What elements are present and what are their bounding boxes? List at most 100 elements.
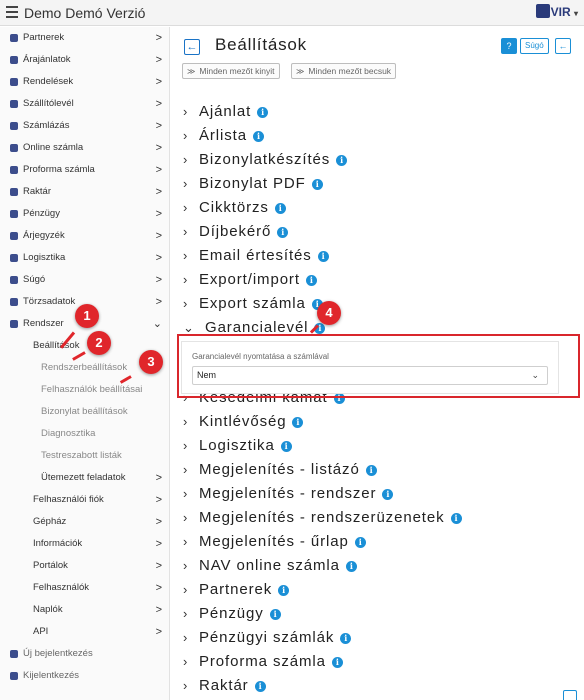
- expand-all-button[interactable]: ≫ Minden mezőt kinyit: [182, 63, 280, 79]
- chevron-icon: >: [155, 560, 162, 572]
- info-icon[interactable]: i: [382, 489, 394, 500]
- sidebar-item-label: Gépház: [33, 516, 67, 527]
- settings-section-header[interactable]: › Megjelenítés - űrlap i: [183, 531, 366, 553]
- sidebar-item[interactable]: Árajánlatok >: [0, 49, 170, 71]
- info-icon[interactable]: i: [331, 657, 343, 668]
- settings-section-header[interactable]: › Pénzügyi számlák i: [183, 627, 352, 649]
- info-icon[interactable]: i: [354, 537, 366, 548]
- sidebar-item[interactable]: Naplók >: [0, 599, 170, 621]
- info-icon[interactable]: i: [365, 465, 377, 476]
- sidebar-item[interactable]: Ütemezett feladatok >: [0, 467, 170, 489]
- settings-section-header[interactable]: › NAV online számla i: [183, 555, 357, 577]
- chevron-right-icon: ›: [183, 438, 189, 453]
- info-icon[interactable]: i: [336, 155, 348, 166]
- chevron-icon: >: [155, 582, 162, 594]
- chevron-icon: >: [155, 604, 162, 616]
- annotation-badge: 3: [139, 350, 163, 374]
- settings-section-header[interactable]: › Raktár i: [183, 675, 266, 697]
- sidebar-item[interactable]: Kijelentkezés: [0, 665, 170, 687]
- info-icon[interactable]: i: [254, 681, 266, 692]
- sidebar-item[interactable]: Logisztika >: [0, 247, 170, 269]
- info-icon[interactable]: i: [450, 513, 462, 524]
- sidebar-item[interactable]: Felhasználói fiók >: [0, 489, 170, 511]
- settings-section-header[interactable]: › Export számla i: [183, 293, 323, 315]
- settings-section-header[interactable]: › Bizonylat PDF i: [183, 173, 323, 195]
- info-icon[interactable]: i: [252, 131, 264, 142]
- sidebar-item[interactable]: Rendelések >: [0, 71, 170, 93]
- section-title: Bizonylat PDF: [199, 175, 306, 192]
- sidebar-item[interactable]: Súgó >: [0, 269, 170, 291]
- section-title: Email értesítés: [199, 247, 312, 264]
- settings-section-header[interactable]: › Proforma számla i: [183, 651, 343, 673]
- annotation-badge: 2: [87, 331, 111, 355]
- info-icon[interactable]: i: [277, 227, 289, 238]
- sidebar-item-label: Árjegyzék: [23, 230, 65, 241]
- sidebar-item-label: Raktár: [23, 186, 51, 197]
- settings-section-header[interactable]: › Megjelenítés - rendszer i: [183, 483, 394, 505]
- info-icon[interactable]: i: [257, 107, 269, 118]
- info-icon[interactable]: i: [311, 179, 323, 190]
- settings-section-header[interactable]: › Díjbekérő i: [183, 221, 289, 243]
- sidebar-item-label: Rendszerbeállítások: [41, 362, 128, 373]
- sidebar-item[interactable]: Gépház >: [0, 511, 170, 533]
- sidebar-item[interactable]: Pénzügy >: [0, 203, 170, 225]
- sidebar-item[interactable]: Felhasználók >: [0, 577, 170, 599]
- back-small-button[interactable]: ←: [555, 38, 571, 54]
- settings-section-header[interactable]: › Ajánlat i: [183, 101, 269, 123]
- back-button[interactable]: ←: [184, 39, 200, 55]
- settings-section-header[interactable]: › Kintlévőség i: [183, 411, 304, 433]
- info-icon[interactable]: i: [340, 633, 352, 644]
- sidebar-item[interactable]: Felhasználók beállításai: [0, 379, 170, 401]
- section-title: Kintlévőség: [199, 413, 287, 430]
- settings-section-header[interactable]: › Bizonylatkészítés i: [183, 149, 348, 171]
- sidebar-item[interactable]: Proforma számla >: [0, 159, 170, 181]
- sidebar-item-icon: [10, 232, 18, 240]
- sidebar-item[interactable]: Bizonylat beállítások: [0, 401, 170, 423]
- settings-section-header[interactable]: › Megjelenítés - listázó i: [183, 459, 377, 481]
- sidebar-item-label: Kijelentkezés: [23, 670, 79, 681]
- sidebar-item[interactable]: Információk >: [0, 533, 170, 555]
- info-icon[interactable]: i: [274, 203, 286, 214]
- sidebar-item[interactable]: Szállítólevél >: [0, 93, 170, 115]
- menu-icon[interactable]: [6, 6, 18, 18]
- settings-section-header[interactable]: › Export/import i: [183, 269, 317, 291]
- chevron-icon: >: [155, 516, 162, 528]
- settings-section-header[interactable]: › Logisztika i: [183, 435, 292, 457]
- chevron-right-icon: ›: [183, 558, 189, 573]
- sidebar-item[interactable]: Diagnosztika: [0, 423, 170, 445]
- chevron-icon: >: [155, 54, 162, 66]
- sidebar-item-icon: [10, 166, 18, 174]
- info-icon[interactable]: i: [269, 609, 281, 620]
- settings-section-header[interactable]: › Email értesítés i: [183, 245, 329, 267]
- sidebar-item[interactable]: Árjegyzék >: [0, 225, 170, 247]
- info-icon[interactable]: i: [292, 417, 304, 428]
- sidebar-item[interactable]: Portálok >: [0, 555, 170, 577]
- sidebar-item[interactable]: Testreszabott listák: [0, 445, 170, 467]
- sidebar-item-label: Felhasználók beállításai: [41, 384, 143, 395]
- info-icon[interactable]: i: [280, 441, 292, 452]
- info-icon[interactable]: i: [278, 585, 290, 596]
- settings-section-header[interactable]: › Cikktörzs i: [183, 197, 286, 219]
- sidebar-item[interactable]: Számlázás >: [0, 115, 170, 137]
- info-icon[interactable]: i: [345, 561, 357, 572]
- settings-section-header[interactable]: › Partnerek i: [183, 579, 290, 601]
- sidebar-item[interactable]: API >: [0, 621, 170, 643]
- settings-section-header[interactable]: › Árlista i: [183, 125, 264, 147]
- vir-logo[interactable]: VIR ▾: [535, 4, 578, 19]
- sugo-button[interactable]: Súgó: [520, 38, 549, 54]
- scroll-top-button[interactable]: [563, 690, 577, 700]
- sidebar-item[interactable]: Online számla >: [0, 137, 170, 159]
- info-icon[interactable]: i: [305, 275, 317, 286]
- help-bubble-button[interactable]: ?: [501, 38, 517, 54]
- section-title: Raktár: [199, 677, 249, 694]
- sidebar-item[interactable]: Partnerek >: [0, 27, 170, 49]
- chevron-right-icon: ›: [183, 272, 189, 287]
- collapse-all-button[interactable]: ≫ Minden mezőt becsuk: [291, 63, 397, 79]
- settings-section-header[interactable]: › Megjelenítés - rendszerüzenetek i: [183, 507, 462, 529]
- sidebar-item[interactable]: Új bejelentkezés: [0, 643, 170, 665]
- collapse-icon: ≫: [296, 67, 305, 76]
- sidebar-item[interactable]: Raktár >: [0, 181, 170, 203]
- info-icon[interactable]: i: [317, 251, 329, 262]
- sidebar-item-icon: [10, 254, 18, 262]
- settings-section-header[interactable]: › Pénzügy i: [183, 603, 281, 625]
